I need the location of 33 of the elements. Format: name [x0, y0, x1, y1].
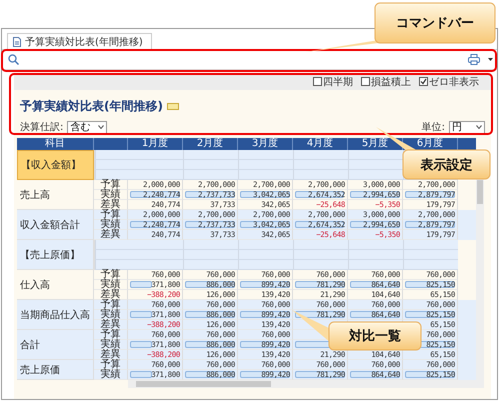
dropdown[interactable]: 円: [449, 120, 485, 134]
checkmark-icon: [420, 78, 427, 85]
table-cell: 収入金額合計: [17, 210, 94, 240]
report-title: 予算実績対比表(年間推移): [20, 98, 163, 115]
table-cell: 売上原価: [17, 360, 94, 380]
checkbox[interactable]: [313, 77, 322, 86]
table-cell[interactable]: 【売上原価】: [17, 240, 94, 270]
table-cell: 当期商品仕入高: [17, 300, 94, 330]
checkbox-label[interactable]: 損益積上: [371, 74, 411, 88]
caret-icon: [476, 125, 482, 129]
table-cell: 売上高: [17, 180, 94, 210]
checkbox[interactable]: [419, 77, 428, 86]
field-label: 単位:: [422, 121, 445, 134]
checkbox-label[interactable]: 四半期: [323, 74, 353, 88]
printer-icon[interactable]: [468, 54, 480, 65]
horizontal-scrollbar[interactable]: [128, 380, 484, 388]
caret-icon[interactable]: [488, 58, 493, 61]
search-icon[interactable]: [8, 54, 19, 65]
caret-icon: [98, 125, 104, 129]
callout-text: 表示設定: [420, 156, 474, 174]
table-cell[interactable]: 【収入金額】: [17, 150, 94, 180]
badge-icon: [166, 103, 179, 110]
tab[interactable]: 予算実績対比表(年間推移): [7, 33, 152, 49]
document-icon: [13, 36, 21, 46]
checkbox-label[interactable]: ゼロ非表示: [429, 74, 479, 88]
field-label: 決算仕訳:: [20, 120, 64, 134]
checkbox[interactable]: [361, 77, 370, 86]
table-cell: 仕入高: [17, 270, 94, 300]
dropdown[interactable]: 含む: [67, 120, 108, 134]
table-cell: 合計: [17, 330, 94, 360]
row-label: 実績: [94, 370, 128, 380]
callout-text: コマンドバー: [395, 15, 475, 33]
callout-text: 対比一覧: [348, 328, 402, 346]
